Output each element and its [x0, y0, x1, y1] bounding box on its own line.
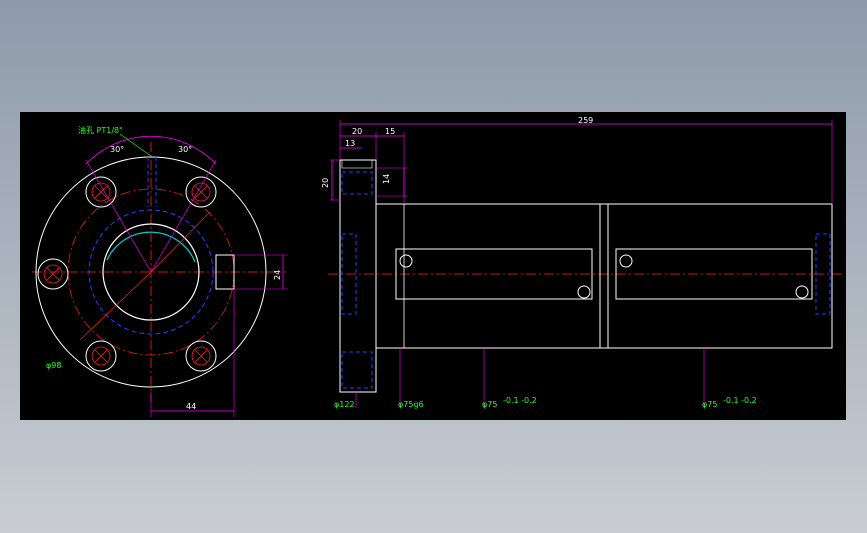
offset-dimension: 44 [186, 402, 196, 411]
cad-drawing-canvas[interactable]: 30° 30° 油孔 PT1/8" φ98 44 24 259 20 15 13… [20, 112, 846, 420]
angle-label-right: 30° [178, 145, 192, 154]
hole-depth-dimension: 14 [382, 174, 391, 184]
slot-2-hole-right [795, 285, 809, 299]
diameter-leader [79, 271, 152, 341]
slot-2-hole-left [619, 254, 633, 268]
cad-drawing-viewport[interactable]: 30° 30° 油孔 PT1/8" φ98 44 24 259 20 15 13… [20, 112, 846, 420]
spacer-width-dimension: 15 [385, 127, 395, 136]
bolt-circle-dimension: φ98 [46, 361, 61, 370]
body-section-2 [607, 203, 833, 349]
overall-length-dimension: 259 [578, 116, 593, 125]
flange-step-dimension: 13 [345, 139, 355, 148]
body-diameter-1: φ75 [482, 400, 497, 409]
front-view: 30° 30° 油孔 PT1/8" φ98 44 24 [32, 125, 288, 417]
port-height-dimension: 24 [273, 270, 282, 280]
flange-chamfer-top [341, 159, 373, 169]
angle-extension-left [85, 159, 152, 273]
body-tolerance-1: -0.1 -0.2 [503, 396, 537, 405]
bolt-hole-top-left [85, 176, 117, 208]
angle-label-left: 30° [110, 145, 124, 154]
bolt-hole-left [37, 258, 69, 290]
bolt-hole-top-right [185, 176, 217, 208]
flange-diameter-dimension: φ122 [334, 400, 355, 409]
flange-profile [339, 159, 377, 393]
bolt-hole-bottom-right [185, 340, 217, 372]
port-note: 油孔 PT1/8" [78, 125, 123, 135]
body-diameter-2: φ75 [702, 400, 717, 409]
slot-1-hole-right [577, 285, 591, 299]
pilot-diameter-dimension: φ75g6 [398, 400, 424, 409]
slot-1-hole-left [399, 254, 413, 268]
flange-hidden-hole-bottom [341, 351, 373, 389]
body-spacer [599, 203, 609, 349]
flange-width-dimension: 20 [352, 127, 362, 136]
body-tolerance-2: -0.1 -0.2 [723, 396, 757, 405]
flange-height-dimension: 20 [321, 178, 330, 188]
flange-hidden-hole-top [341, 171, 373, 195]
side-view: 259 20 15 13 20 14 φ122 φ75g6 φ75 -0.1 -… [321, 116, 842, 409]
body-section-1 [375, 203, 601, 349]
bolt-hole-bottom-left [85, 340, 117, 372]
